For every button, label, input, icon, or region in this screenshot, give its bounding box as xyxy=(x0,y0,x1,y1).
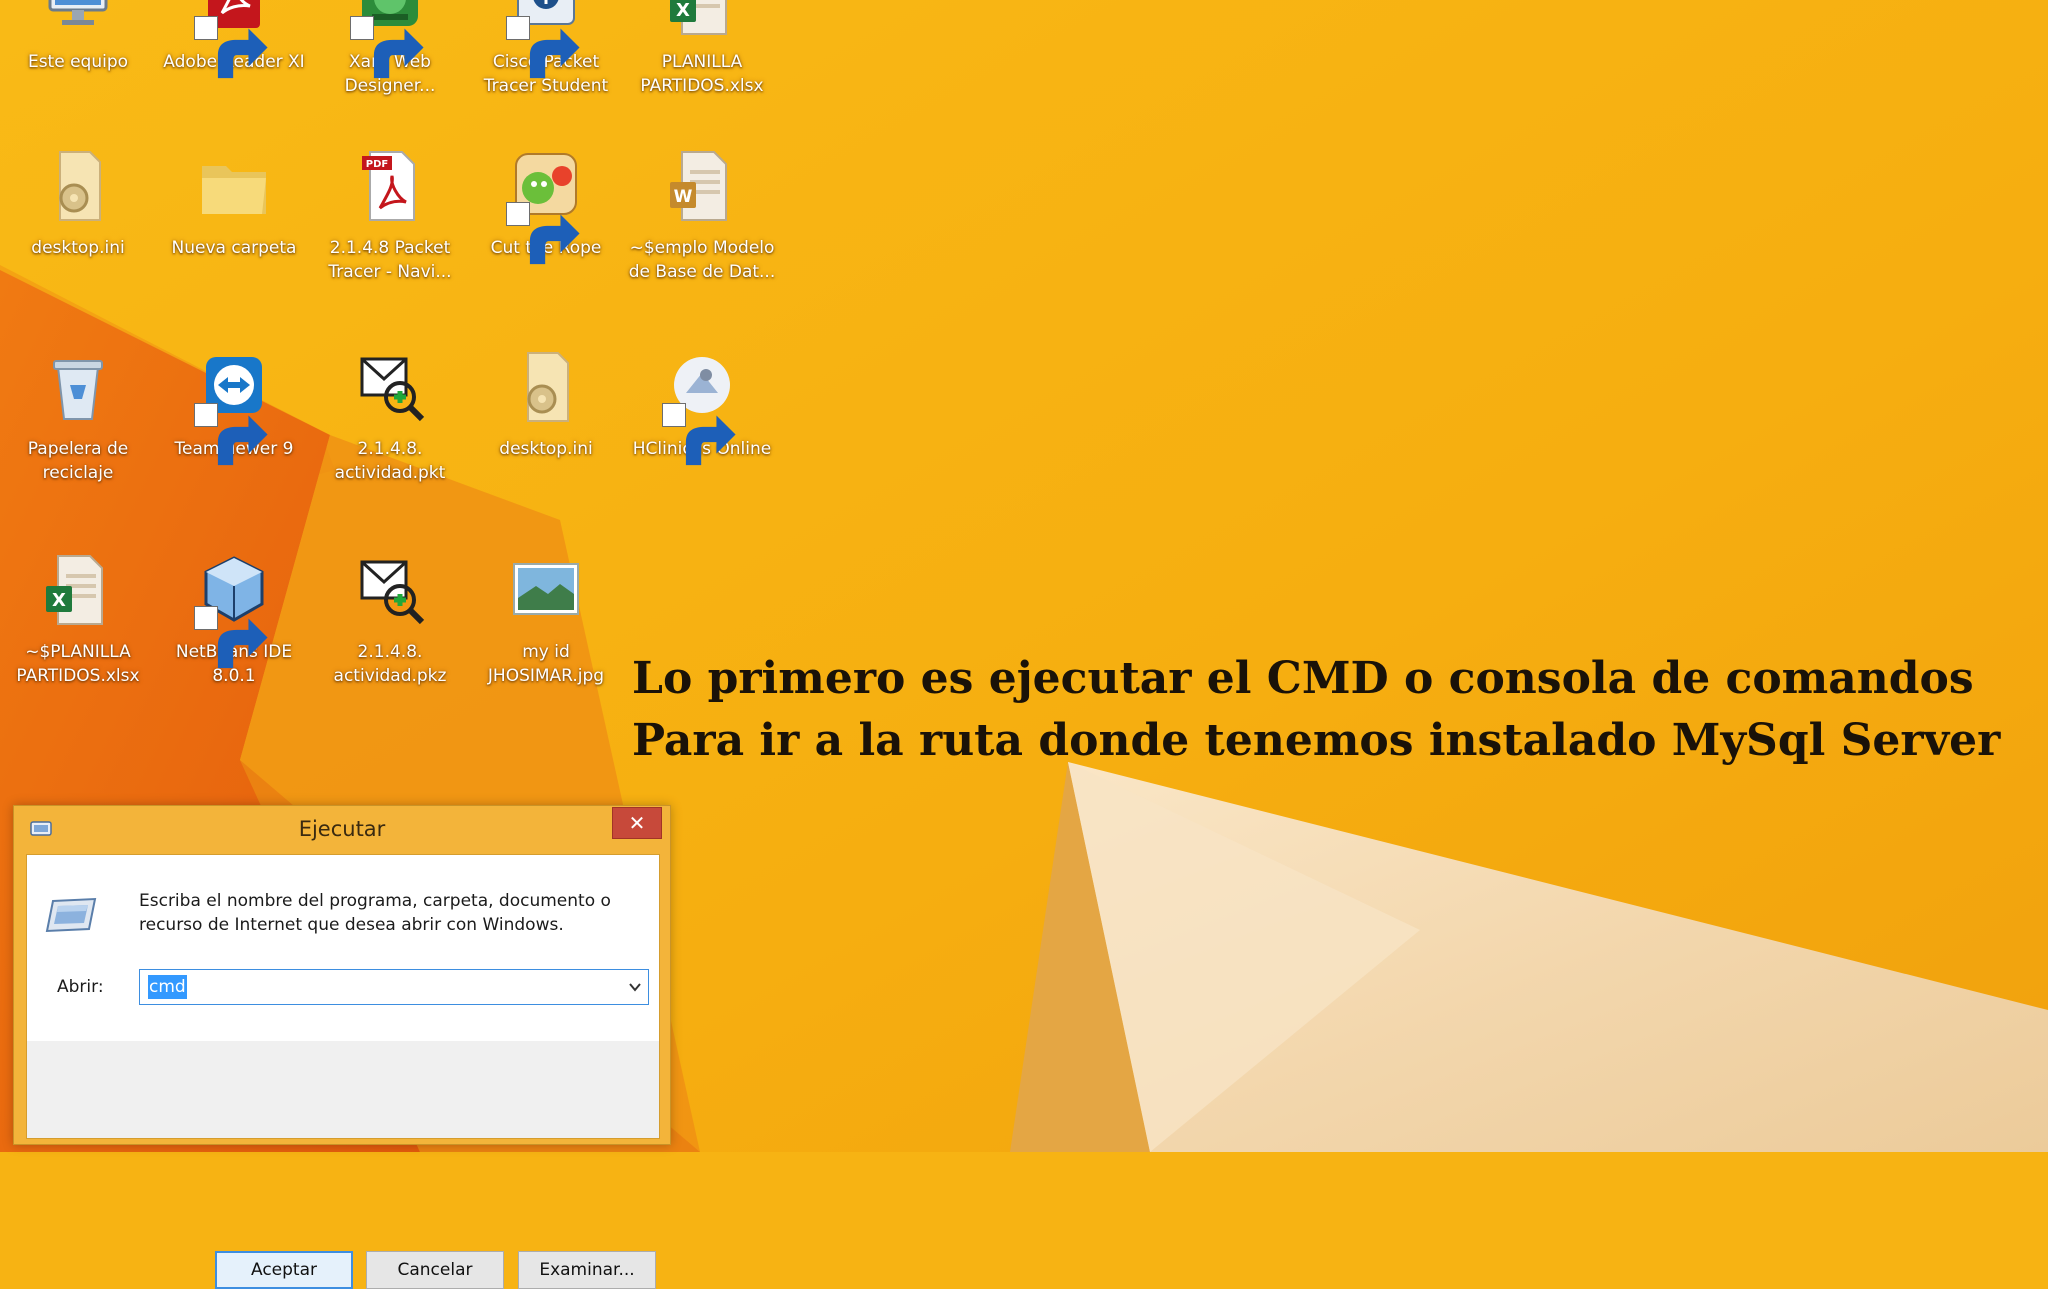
desktop-icon[interactable]: my id JHOSIMAR.jpg xyxy=(468,548,624,688)
desktop-icon[interactable]: Xara Web Designer... xyxy=(312,0,468,98)
run-dialog-titlebar[interactable]: Ejecutar ✕ xyxy=(14,806,670,852)
open-field-label: Abrir: xyxy=(57,977,104,997)
run-dialog-description: Escriba el nombre del programa, carpeta,… xyxy=(139,891,611,935)
desktop-icon[interactable]: Adobe Reader XI xyxy=(156,0,312,79)
desktop-icon-label: ~$PLANILLA PARTIDOS.xlsx xyxy=(16,642,140,686)
desktop-icon[interactable]: X ~$PLANILLA PARTIDOS.xlsx xyxy=(0,548,156,688)
desktop-icon-label: ~$emplo Modelo de Base de Dat... xyxy=(628,238,776,282)
svg-text:X: X xyxy=(676,0,690,21)
svg-text:W: W xyxy=(674,187,693,207)
pdf-file-icon: PDF xyxy=(348,144,432,228)
recycle-bin-icon xyxy=(36,345,120,429)
desktop-icon-label: Este equipo xyxy=(27,52,129,72)
image-file-icon xyxy=(504,548,588,632)
shortcut-arrow-icon xyxy=(506,16,580,79)
cisco-packet-tracer-icon xyxy=(504,0,588,79)
desktop-icon[interactable]: 2.1.4.8. actividad.pkz xyxy=(312,548,468,688)
tutorial-caption: Lo primero es ejecutar el CMD o consola … xyxy=(632,648,2032,772)
desktop-icon[interactable]: Cut the Rope xyxy=(468,144,624,265)
run-dialog: Ejecutar ✕ Escriba el nombre del program… xyxy=(13,805,671,1289)
computer-icon xyxy=(36,0,120,42)
svg-text:PDF: PDF xyxy=(366,159,388,170)
desktop-icon[interactable]: Papelera de reciclaje xyxy=(0,345,156,485)
shortcut-arrow-icon xyxy=(350,16,424,79)
netbeans-icon xyxy=(192,548,276,669)
folder-icon xyxy=(192,144,276,228)
desktop-icon-label: PLANILLA PARTIDOS.xlsx xyxy=(640,52,764,96)
settings-file-icon xyxy=(36,144,120,228)
xara-icon xyxy=(348,0,432,79)
shortcut-arrow-icon xyxy=(194,403,268,466)
packet-tracer-file-icon xyxy=(348,345,432,429)
shortcut-arrow-icon xyxy=(194,606,268,669)
desktop-icon[interactable]: desktop.ini xyxy=(468,345,624,461)
desktop-icon[interactable]: Nueva carpeta xyxy=(156,144,312,260)
desktop-icon[interactable]: 2.1.4.8. actividad.pkt xyxy=(312,345,468,485)
desktop-icon[interactable]: PDF 2.1.4.8 Packet Tracer - Navi... xyxy=(312,144,468,284)
run-program-icon xyxy=(45,897,97,933)
desktop-icon[interactable]: X PLANILLA PARTIDOS.xlsx xyxy=(624,0,780,98)
desktop-icon-label: my id JHOSIMAR.jpg xyxy=(487,642,605,686)
shortcut-arrow-icon xyxy=(194,16,268,79)
run-dialog-body: Escriba el nombre del programa, carpeta,… xyxy=(26,854,660,1289)
adobe-reader-icon xyxy=(192,0,276,79)
desktop-icon-label: 2.1.4.8. actividad.pkz xyxy=(333,642,447,686)
excel-file-icon: X xyxy=(36,548,120,632)
desktop-icon[interactable]: TeamViewer 9 xyxy=(156,345,312,466)
settings-file-icon xyxy=(504,345,588,429)
desktop-icon-label: desktop.ini xyxy=(499,439,593,459)
desktop-icon[interactable]: Cisco Packet Tracer Student xyxy=(468,0,624,98)
shortcut-arrow-icon xyxy=(662,403,736,466)
excel-file-icon: X xyxy=(660,0,744,42)
cancel-button[interactable]: Cancelar xyxy=(366,1251,504,1289)
desktop-icon-label: desktop.ini xyxy=(31,238,125,258)
run-dialog-title: Ejecutar xyxy=(298,817,386,841)
chevron-down-icon[interactable] xyxy=(628,980,642,994)
desktop-icon-label: Nueva carpeta xyxy=(171,238,297,258)
close-icon: ✕ xyxy=(628,811,646,835)
run-dialog-footer: Aceptar Cancelar Examinar... xyxy=(27,1041,659,1289)
close-button[interactable]: ✕ xyxy=(612,807,662,839)
open-input-value[interactable]: cmd xyxy=(148,975,187,999)
hclinicas-icon xyxy=(660,345,744,466)
desktop-icon[interactable]: NetBeans IDE 8.0.1 xyxy=(156,548,312,688)
desktop-icon[interactable]: W ~$emplo Modelo de Base de Dat... xyxy=(624,144,780,284)
packet-tracer-file-icon xyxy=(348,548,432,632)
desktop-icon-label: Papelera de reciclaje xyxy=(27,439,129,483)
open-combobox[interactable]: cmd xyxy=(139,969,649,1005)
caption-line-2: Para ir a la ruta donde tenemos instalad… xyxy=(632,715,2001,766)
browse-button[interactable]: Examinar... xyxy=(518,1251,656,1289)
desktop-icon[interactable]: desktop.ini xyxy=(0,144,156,260)
desktop-icon[interactable]: HClinicas Online xyxy=(624,345,780,466)
desktop-icon-label: 2.1.4.8. actividad.pkt xyxy=(334,439,446,483)
desktop-icon[interactable]: Este equipo xyxy=(0,0,156,74)
desktop-icon-label: 2.1.4.8 Packet Tracer - Navi... xyxy=(328,238,452,282)
word-file-icon: W xyxy=(660,144,744,228)
caption-line-1: Lo primero es ejecutar el CMD o consola … xyxy=(632,653,1974,704)
shortcut-arrow-icon xyxy=(506,202,580,265)
svg-text:X: X xyxy=(52,590,66,611)
teamviewer-icon xyxy=(192,345,276,466)
ok-button[interactable]: Aceptar xyxy=(215,1251,353,1289)
cut-the-rope-icon xyxy=(504,144,588,265)
